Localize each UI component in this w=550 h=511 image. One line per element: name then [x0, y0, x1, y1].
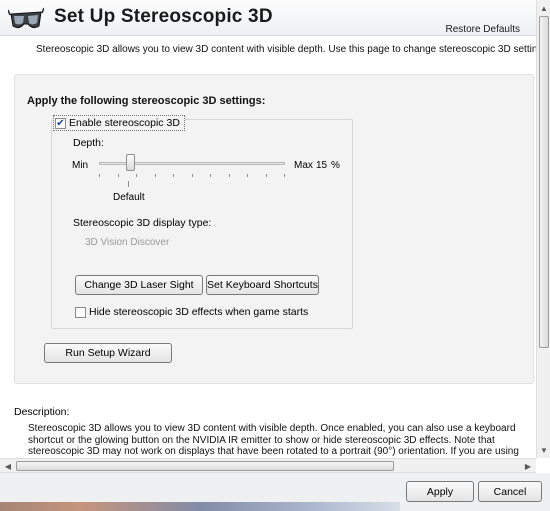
slider-tick	[136, 174, 137, 177]
description-text: Stereoscopic 3D allows you to view 3D co…	[28, 423, 519, 457]
depth-min-label: Min	[72, 160, 89, 171]
scroll-down-icon[interactable]: ▼	[538, 444, 550, 456]
run-setup-wizard-button[interactable]: Run Setup Wizard	[44, 343, 172, 363]
slider-tick	[99, 174, 100, 177]
hide-effects-checkbox-row[interactable]: Hide stereoscopic 3D effects when game s…	[75, 306, 308, 318]
settings-panel: Apply the following stereoscopic 3D sett…	[14, 74, 534, 384]
hide-effects-checkbox[interactable]	[75, 306, 86, 318]
display-type-label: Stereoscopic 3D display type:	[73, 217, 212, 229]
default-marker	[128, 181, 129, 187]
scroll-up-icon[interactable]: ▲	[538, 2, 550, 14]
settings-title: Apply the following stereoscopic 3D sett…	[27, 95, 266, 107]
background-strip	[0, 502, 400, 511]
slider-tick	[191, 174, 193, 177]
slider-tick	[228, 174, 230, 177]
depth-slider-thumb[interactable]	[126, 154, 135, 171]
depth-default-label: Default	[113, 192, 145, 203]
slider-tick	[210, 174, 211, 177]
enable-stereoscopic-checkbox[interactable]: ✔	[55, 117, 66, 129]
slider-tick	[173, 174, 174, 177]
3d-glasses-icon	[8, 7, 44, 29]
intro-text: Stereoscopic 3D allows you to view 3D co…	[36, 44, 550, 55]
horizontal-scroll-thumb[interactable]	[16, 461, 394, 471]
slider-tick	[265, 174, 267, 177]
slider-tick	[117, 174, 119, 177]
vertical-scroll-thumb[interactable]	[539, 16, 549, 348]
description-label: Description:	[14, 406, 70, 418]
scroll-left-icon[interactable]: ◀	[1, 460, 15, 472]
cancel-button[interactable]: Cancel	[478, 481, 542, 502]
depth-label: Depth:	[73, 137, 104, 149]
depth-max-label: Max	[294, 160, 313, 171]
scroll-right-icon[interactable]: ▶	[521, 460, 535, 472]
set-keyboard-shortcuts-button[interactable]: Set Keyboard Shortcuts	[206, 275, 319, 295]
vertical-scrollbar[interactable]: ▲ ▼	[536, 0, 550, 458]
depth-value: 15	[316, 160, 328, 171]
restore-defaults-link[interactable]: Restore Defaults	[446, 24, 520, 35]
page-title: Set Up Stereoscopic 3D	[54, 6, 273, 27]
enable-stereoscopic-checkbox-row[interactable]: ✔ Enable stereoscopic 3D	[53, 115, 185, 131]
slider-tick	[154, 174, 156, 177]
depth-unit: %	[331, 160, 340, 171]
depth-slider-ticks	[99, 174, 285, 178]
apply-button[interactable]: Apply	[406, 481, 474, 502]
display-type-value: 3D Vision Discover	[85, 237, 170, 248]
change-laser-sight-button[interactable]: Change 3D Laser Sight	[75, 275, 203, 295]
page-header: Set Up Stereoscopic 3D Restore Defaults	[0, 0, 536, 36]
slider-tick	[284, 174, 285, 177]
slider-tick	[247, 174, 248, 177]
horizontal-scrollbar[interactable]: ◀ ▶	[0, 458, 536, 473]
hide-effects-label: Hide stereoscopic 3D effects when game s…	[89, 306, 309, 318]
enable-stereoscopic-label: Enable stereoscopic 3D	[69, 117, 180, 129]
